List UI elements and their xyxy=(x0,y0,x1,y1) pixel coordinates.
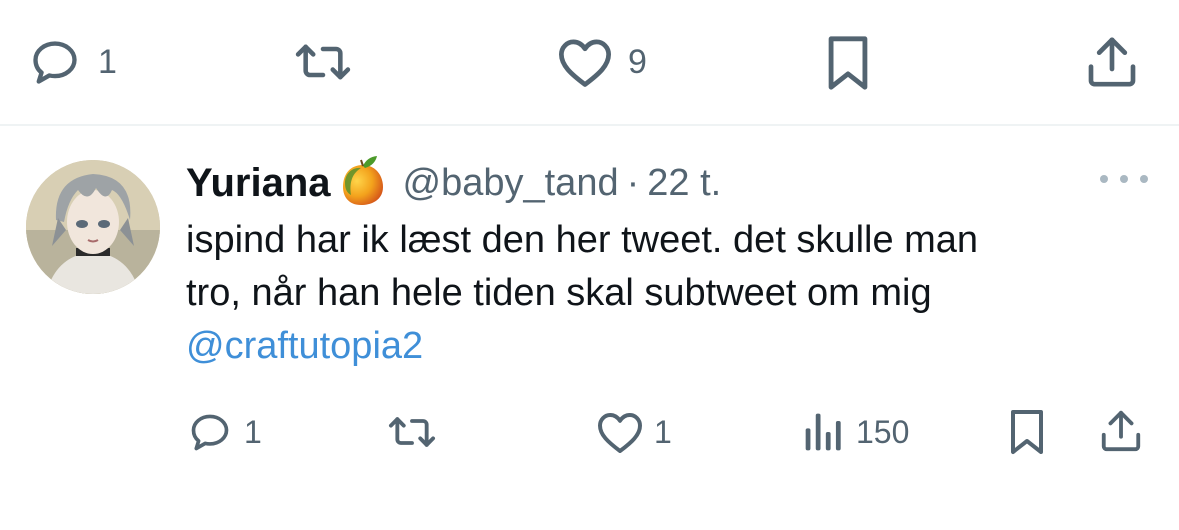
separator-dot: · xyxy=(626,161,640,204)
like-count: 1 xyxy=(654,413,672,450)
bookmark-button[interactable] xyxy=(1006,408,1048,456)
bookmark-icon xyxy=(1011,410,1043,454)
views-chart-icon xyxy=(805,413,841,451)
timestamp[interactable]: 22 t. xyxy=(647,162,721,205)
like-button[interactable]: 9 xyxy=(556,36,647,88)
reply-count: 1 xyxy=(98,42,117,81)
tweet-header: Yuriana @baby_tand · 22 t. xyxy=(186,155,721,211)
reply-button[interactable]: 1 xyxy=(26,36,117,88)
avatar-image xyxy=(26,160,160,294)
bookmark-button[interactable] xyxy=(822,34,874,92)
more-options-button[interactable] xyxy=(1100,164,1148,194)
share-button[interactable] xyxy=(1084,34,1140,90)
views-count: 150 xyxy=(856,413,910,450)
more-dot-icon xyxy=(1140,175,1148,183)
heart-icon xyxy=(598,413,642,453)
bookmark-icon xyxy=(828,36,868,90)
retweet-button[interactable] xyxy=(386,410,438,454)
reply-icon xyxy=(33,41,77,84)
tweet-text-line: tro, når han hele tiden skal subtweet om… xyxy=(186,272,932,314)
main-tweet-action-bar: 1 9 xyxy=(0,30,1179,94)
divider xyxy=(0,124,1179,126)
more-dot-icon xyxy=(1120,175,1128,183)
avatar[interactable] xyxy=(26,160,160,294)
share-icon xyxy=(1101,410,1141,452)
retweet-button[interactable] xyxy=(292,36,368,88)
tweet-text: ispind har ik læst den her tweet. det sk… xyxy=(186,214,1146,373)
like-count: 9 xyxy=(628,42,647,81)
user-handle[interactable]: @baby_tand xyxy=(403,162,619,205)
reply-count: 1 xyxy=(244,413,262,450)
heart-icon xyxy=(559,39,611,87)
reply-button[interactable]: 1 xyxy=(186,410,262,454)
views-button[interactable]: 150 xyxy=(802,410,909,454)
mango-emoji-icon xyxy=(339,155,387,212)
like-button[interactable]: 1 xyxy=(596,410,672,454)
share-icon xyxy=(1088,37,1136,87)
more-dot-icon xyxy=(1100,175,1108,183)
retweet-icon xyxy=(388,417,436,447)
retweet-icon xyxy=(295,44,351,80)
reply-tweet-action-bar: 1 1 150 xyxy=(0,404,1179,464)
mention-link[interactable]: @craftutopia2 xyxy=(186,325,423,367)
share-button[interactable] xyxy=(1098,408,1144,454)
display-name[interactable]: Yuriana xyxy=(186,161,331,206)
tweet-text-line: ispind har ik læst den her tweet. det sk… xyxy=(186,219,979,261)
reply-icon xyxy=(191,414,229,451)
